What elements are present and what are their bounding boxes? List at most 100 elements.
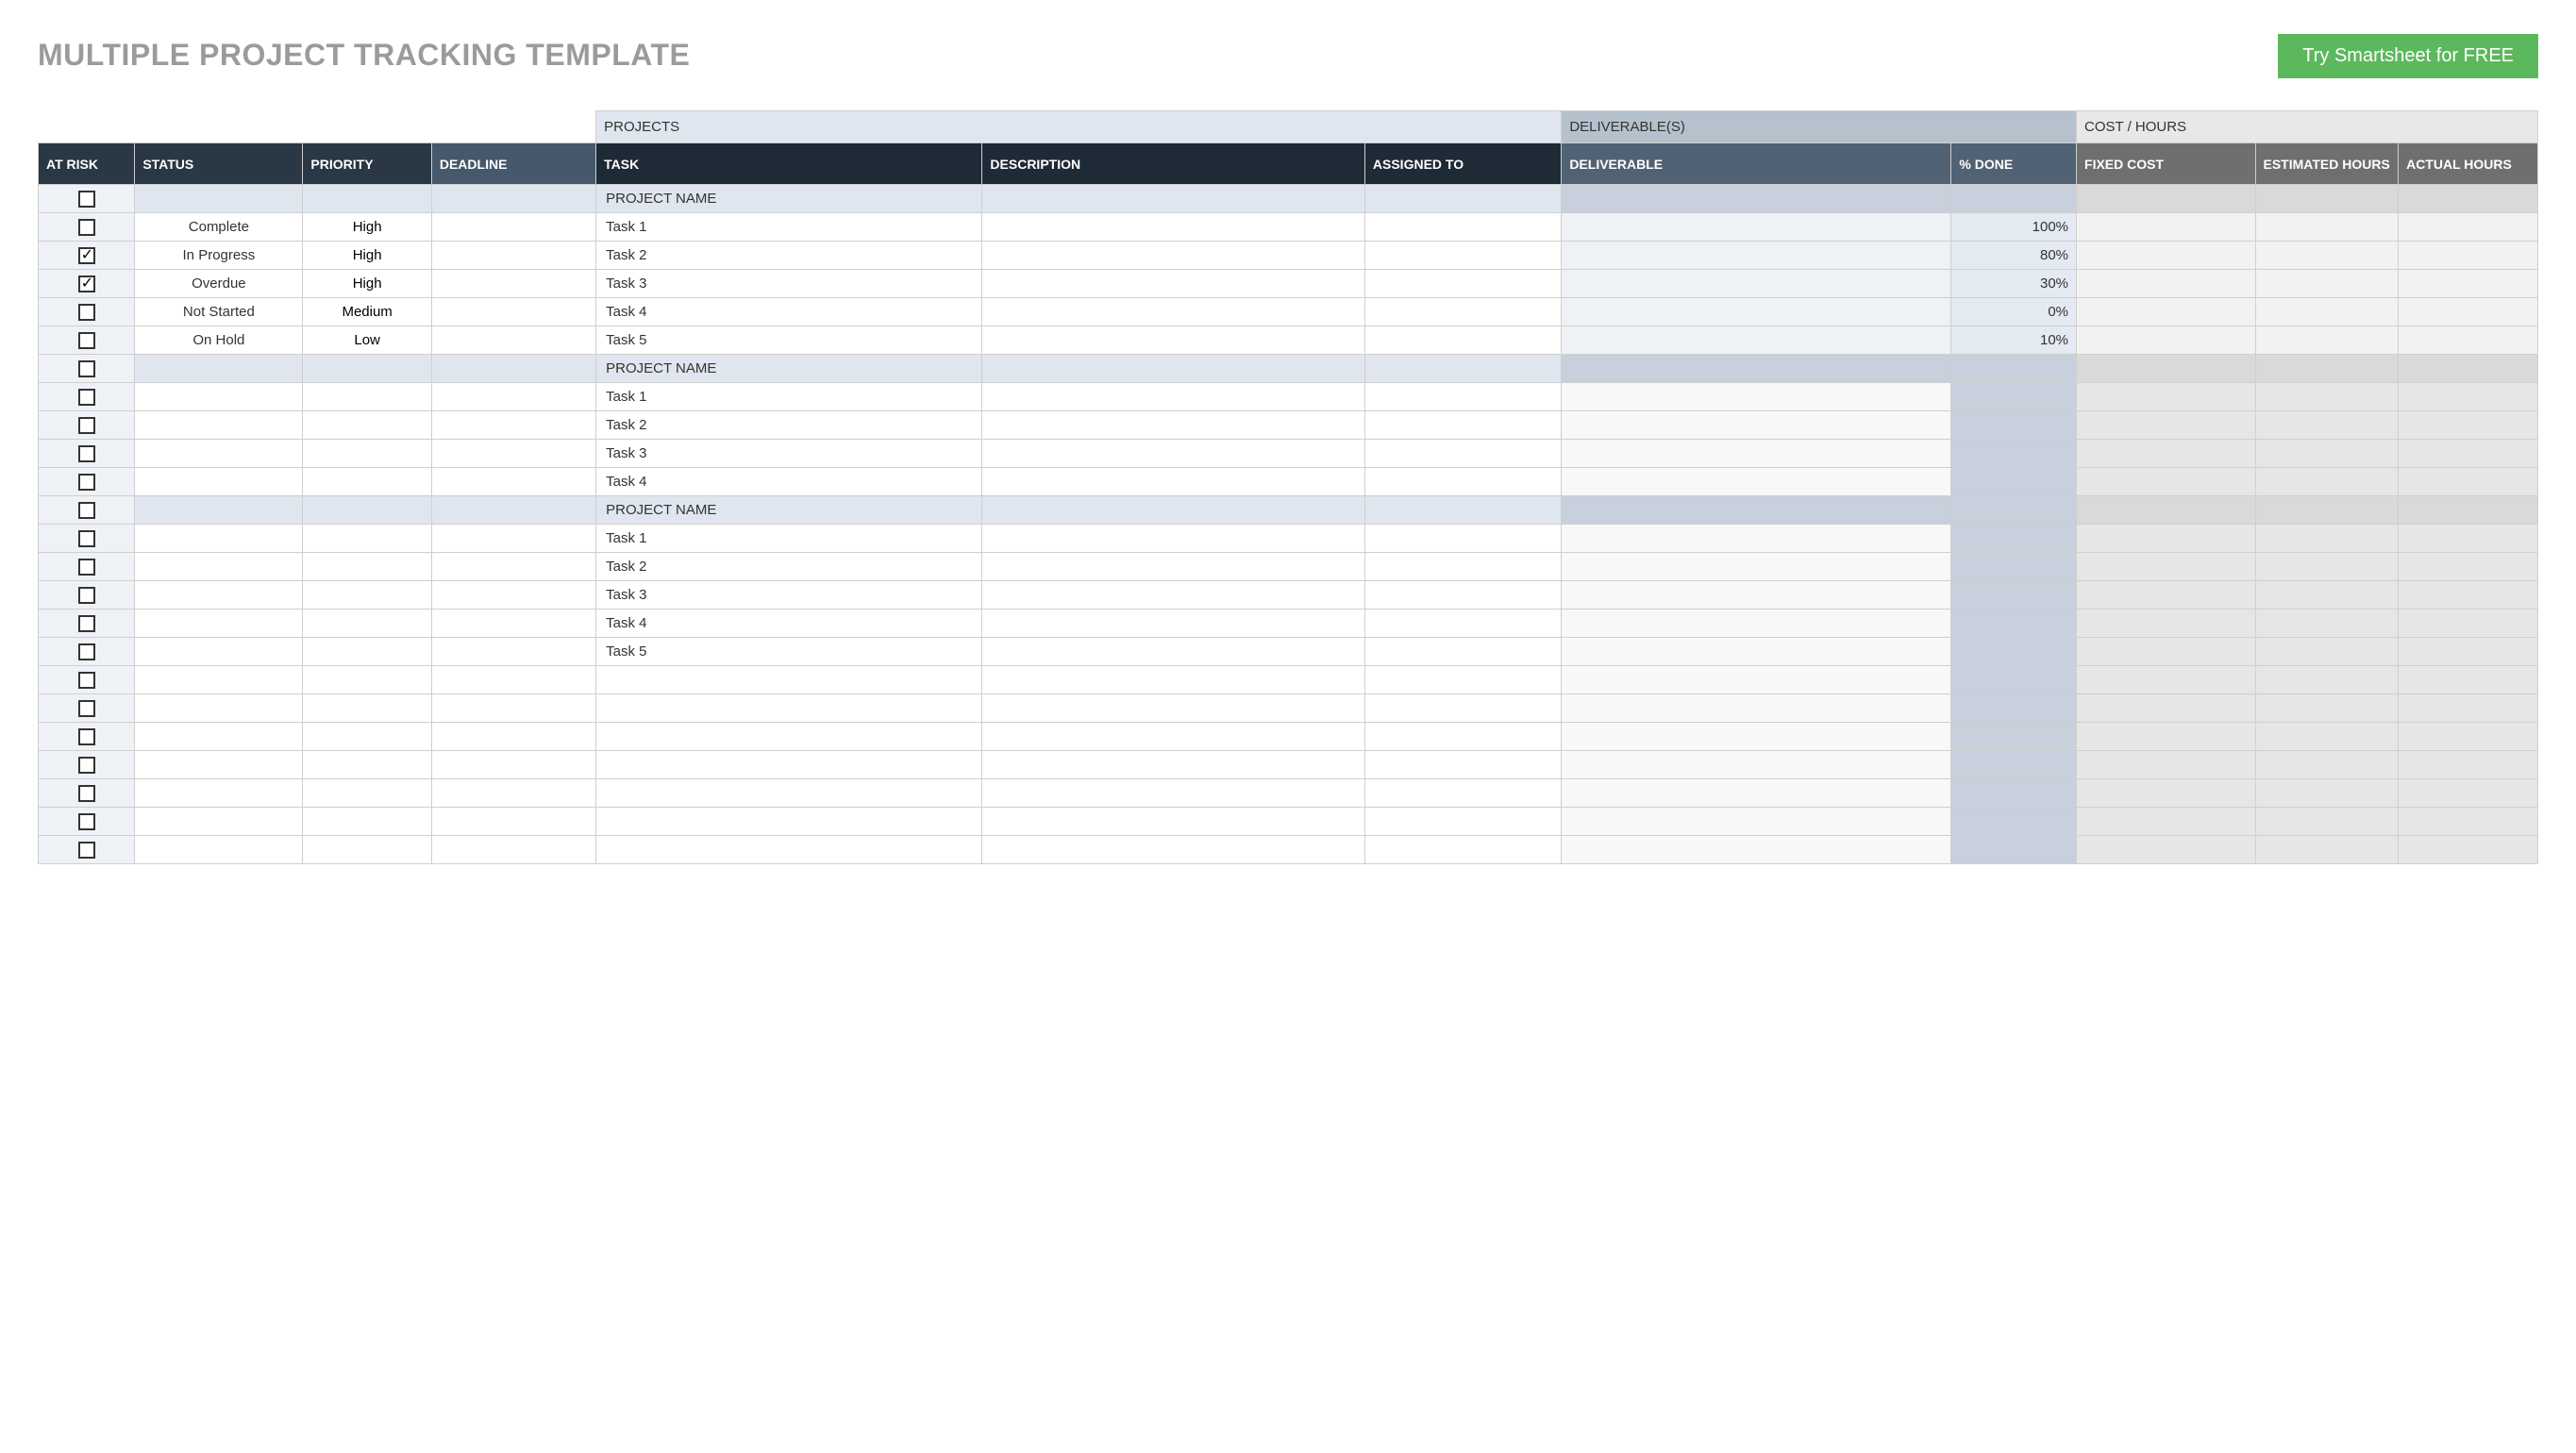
task-cell[interactable]: Task 1	[596, 525, 982, 553]
priority-cell[interactable]	[303, 355, 431, 383]
task-cell[interactable]	[596, 723, 982, 751]
description-cell[interactable]	[982, 468, 1364, 496]
fixed-cost-cell[interactable]	[2077, 610, 2255, 638]
actual-hours-cell[interactable]	[2399, 581, 2538, 610]
percent-done-cell[interactable]	[1951, 638, 2077, 666]
deadline-cell[interactable]	[431, 808, 595, 836]
deliverable-cell[interactable]	[1562, 383, 1951, 411]
assigned-to-cell[interactable]	[1364, 270, 1561, 298]
assigned-to-cell[interactable]	[1364, 525, 1561, 553]
task-cell[interactable]: Task 5	[596, 638, 982, 666]
actual-hours-cell[interactable]	[2399, 836, 2538, 864]
priority-cell[interactable]	[303, 694, 431, 723]
fixed-cost-cell[interactable]	[2077, 751, 2255, 779]
task-cell[interactable]	[596, 666, 982, 694]
task-cell[interactable]: Task 4	[596, 610, 982, 638]
priority-cell[interactable]	[303, 383, 431, 411]
project-name-cell[interactable]: PROJECT NAME	[596, 496, 982, 525]
deadline-cell[interactable]	[431, 553, 595, 581]
priority-cell[interactable]: High	[303, 270, 431, 298]
assigned-to-cell[interactable]	[1364, 326, 1561, 355]
description-cell[interactable]	[982, 298, 1364, 326]
percent-done-cell[interactable]	[1951, 751, 2077, 779]
task-cell[interactable]	[596, 779, 982, 808]
assigned-to-cell[interactable]	[1364, 553, 1561, 581]
status-cell[interactable]	[135, 836, 303, 864]
deliverable-cell[interactable]	[1562, 581, 1951, 610]
at-risk-checkbox[interactable]	[78, 474, 95, 491]
status-cell[interactable]	[135, 808, 303, 836]
description-cell[interactable]	[982, 694, 1364, 723]
at-risk-checkbox[interactable]	[78, 785, 95, 802]
assigned-to-cell[interactable]	[1364, 779, 1561, 808]
fixed-cost-cell[interactable]	[2077, 525, 2255, 553]
at-risk-checkbox[interactable]	[78, 813, 95, 830]
actual-hours-cell[interactable]	[2399, 411, 2538, 440]
actual-hours-cell[interactable]	[2399, 355, 2538, 383]
estimated-hours-cell[interactable]	[2255, 213, 2399, 242]
description-cell[interactable]	[982, 242, 1364, 270]
priority-cell[interactable]	[303, 779, 431, 808]
priority-cell[interactable]: High	[303, 213, 431, 242]
priority-cell[interactable]	[303, 666, 431, 694]
deadline-cell[interactable]	[431, 723, 595, 751]
estimated-hours-cell[interactable]	[2255, 298, 2399, 326]
percent-done-cell[interactable]	[1951, 185, 2077, 213]
deliverable-cell[interactable]	[1562, 836, 1951, 864]
description-cell[interactable]	[982, 411, 1364, 440]
description-cell[interactable]	[982, 836, 1364, 864]
task-cell[interactable]: Task 2	[596, 242, 982, 270]
deliverable-cell[interactable]	[1562, 610, 1951, 638]
actual-hours-cell[interactable]	[2399, 242, 2538, 270]
fixed-cost-cell[interactable]	[2077, 411, 2255, 440]
at-risk-checkbox[interactable]	[78, 360, 95, 377]
deliverable-cell[interactable]	[1562, 355, 1951, 383]
fixed-cost-cell[interactable]	[2077, 213, 2255, 242]
description-cell[interactable]	[982, 808, 1364, 836]
at-risk-checkbox[interactable]	[78, 587, 95, 604]
percent-done-cell[interactable]	[1951, 411, 2077, 440]
status-cell[interactable]	[135, 553, 303, 581]
task-cell[interactable]: Task 1	[596, 213, 982, 242]
priority-cell[interactable]	[303, 440, 431, 468]
project-name-cell[interactable]: PROJECT NAME	[596, 355, 982, 383]
estimated-hours-cell[interactable]	[2255, 581, 2399, 610]
estimated-hours-cell[interactable]	[2255, 610, 2399, 638]
actual-hours-cell[interactable]	[2399, 553, 2538, 581]
estimated-hours-cell[interactable]	[2255, 411, 2399, 440]
percent-done-cell[interactable]	[1951, 468, 2077, 496]
deadline-cell[interactable]	[431, 581, 595, 610]
percent-done-cell[interactable]	[1951, 610, 2077, 638]
deliverable-cell[interactable]	[1562, 242, 1951, 270]
actual-hours-cell[interactable]	[2399, 666, 2538, 694]
percent-done-cell[interactable]	[1951, 383, 2077, 411]
task-cell[interactable]: Task 2	[596, 553, 982, 581]
fixed-cost-cell[interactable]	[2077, 723, 2255, 751]
fixed-cost-cell[interactable]	[2077, 326, 2255, 355]
task-cell[interactable]	[596, 836, 982, 864]
actual-hours-cell[interactable]	[2399, 326, 2538, 355]
description-cell[interactable]	[982, 213, 1364, 242]
deadline-cell[interactable]	[431, 270, 595, 298]
project-name-cell[interactable]: PROJECT NAME	[596, 185, 982, 213]
description-cell[interactable]	[982, 751, 1364, 779]
description-cell[interactable]	[982, 496, 1364, 525]
estimated-hours-cell[interactable]	[2255, 242, 2399, 270]
task-cell[interactable]: Task 4	[596, 298, 982, 326]
estimated-hours-cell[interactable]	[2255, 666, 2399, 694]
priority-cell[interactable]: High	[303, 242, 431, 270]
deadline-cell[interactable]	[431, 751, 595, 779]
deadline-cell[interactable]	[431, 242, 595, 270]
priority-cell[interactable]: Medium	[303, 298, 431, 326]
deadline-cell[interactable]	[431, 525, 595, 553]
status-cell[interactable]	[135, 525, 303, 553]
assigned-to-cell[interactable]	[1364, 581, 1561, 610]
status-cell[interactable]	[135, 666, 303, 694]
fixed-cost-cell[interactable]	[2077, 185, 2255, 213]
description-cell[interactable]	[982, 355, 1364, 383]
assigned-to-cell[interactable]	[1364, 298, 1561, 326]
fixed-cost-cell[interactable]	[2077, 270, 2255, 298]
percent-done-cell[interactable]	[1951, 808, 2077, 836]
description-cell[interactable]	[982, 581, 1364, 610]
status-cell[interactable]	[135, 440, 303, 468]
